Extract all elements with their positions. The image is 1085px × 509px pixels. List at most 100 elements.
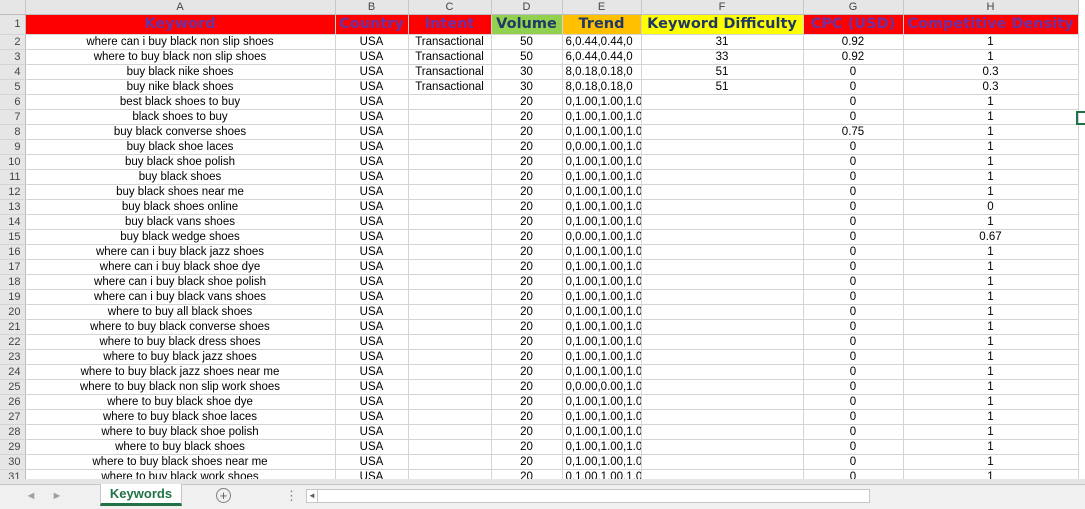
trend-cell[interactable]: 8,0.18,0.18,0	[562, 64, 642, 80]
intent-cell[interactable]	[408, 274, 492, 290]
difficulty-cell[interactable]	[641, 319, 804, 335]
country-cell[interactable]: USA	[335, 439, 409, 455]
country-cell[interactable]: USA	[335, 124, 409, 140]
cpc-cell[interactable]: 0	[803, 304, 904, 320]
intent-cell[interactable]	[408, 289, 492, 305]
difficulty-cell[interactable]	[641, 454, 804, 470]
country-cell[interactable]: USA	[335, 199, 409, 215]
cpc-cell[interactable]: 0	[803, 394, 904, 410]
trend-cell[interactable]: 0,0.00,1.00,1.00,1.00,1.00,1.00,1.00	[562, 139, 642, 155]
difficulty-cell[interactable]	[641, 154, 804, 170]
column-header-d[interactable]: D	[491, 0, 563, 15]
difficulty-cell[interactable]: 33	[641, 49, 804, 65]
country-cell[interactable]: USA	[335, 184, 409, 200]
country-cell[interactable]: USA	[335, 319, 409, 335]
intent-cell[interactable]	[408, 124, 492, 140]
difficulty-cell[interactable]	[641, 169, 804, 185]
difficulty-cell[interactable]	[641, 364, 804, 380]
country-cell[interactable]: USA	[335, 274, 409, 290]
volume-cell[interactable]: 30	[491, 79, 563, 95]
row-number[interactable]: 25	[0, 379, 26, 395]
cell-table[interactable]: ABCDEFGH 1 Keyword Country Intent Volume Tren…	[0, 0, 1079, 484]
difficulty-cell[interactable]	[641, 139, 804, 155]
density-cell[interactable]: 1	[903, 304, 1079, 320]
volume-cell[interactable]: 20	[491, 124, 563, 140]
column-header-h[interactable]: H	[903, 0, 1079, 15]
density-cell[interactable]: 0.67	[903, 229, 1079, 245]
country-cell[interactable]: USA	[335, 289, 409, 305]
country-cell[interactable]: USA	[335, 64, 409, 80]
keyword-cell[interactable]: where to buy black shoe laces	[25, 409, 336, 425]
keyword-cell[interactable]: where to buy black shoe polish	[25, 424, 336, 440]
keyword-cell[interactable]: buy black shoes near me	[25, 184, 336, 200]
difficulty-cell[interactable]	[641, 199, 804, 215]
header-cell-keyword-difficulty[interactable]: Keyword Difficulty	[641, 14, 804, 35]
volume-cell[interactable]: 20	[491, 424, 563, 440]
density-cell[interactable]: 1	[903, 34, 1079, 50]
cpc-cell[interactable]: 0	[803, 349, 904, 365]
difficulty-cell[interactable]	[641, 214, 804, 230]
row-number[interactable]: 6	[0, 94, 26, 110]
cpc-cell[interactable]: 0	[803, 154, 904, 170]
density-cell[interactable]: 1	[903, 49, 1079, 65]
intent-cell[interactable]	[408, 409, 492, 425]
country-cell[interactable]: USA	[335, 379, 409, 395]
country-cell[interactable]: USA	[335, 49, 409, 65]
trend-cell[interactable]: 0,1.00,1.00,1.00,1.00,1.00,1.00,1.00	[562, 439, 642, 455]
country-cell[interactable]: USA	[335, 304, 409, 320]
country-cell[interactable]: USA	[335, 454, 409, 470]
volume-cell[interactable]: 20	[491, 199, 563, 215]
density-cell[interactable]: 1	[903, 244, 1079, 260]
difficulty-cell[interactable]	[641, 439, 804, 455]
volume-cell[interactable]: 20	[491, 454, 563, 470]
row-number[interactable]: 2	[0, 34, 26, 50]
difficulty-cell[interactable]	[641, 109, 804, 125]
keyword-cell[interactable]: buy black shoes	[25, 169, 336, 185]
keyword-cell[interactable]: where to buy black non slip shoes	[25, 49, 336, 65]
trend-cell[interactable]: 0,1.00,1.00,1.00,1.00,1.00,1.00,1.00	[562, 424, 642, 440]
trend-cell[interactable]: 0,1.00,1.00,1.00,1.00,1.00,1.00,1.00	[562, 334, 642, 350]
keyword-cell[interactable]: where can i buy black jazz shoes	[25, 244, 336, 260]
cpc-cell[interactable]: 0	[803, 274, 904, 290]
row-number[interactable]: 19	[0, 289, 26, 305]
keyword-cell[interactable]: buy black vans shoes	[25, 214, 336, 230]
row-number[interactable]: 28	[0, 424, 26, 440]
volume-cell[interactable]: 20	[491, 334, 563, 350]
density-cell[interactable]: 1	[903, 94, 1079, 110]
column-header-a[interactable]: A	[25, 0, 336, 15]
density-cell[interactable]: 1	[903, 409, 1079, 425]
intent-cell[interactable]	[408, 364, 492, 380]
cpc-cell[interactable]: 0	[803, 229, 904, 245]
keyword-cell[interactable]: where can i buy black shoe polish	[25, 274, 336, 290]
add-sheet-icon[interactable]: +	[216, 488, 231, 503]
header-cell-keyword[interactable]: Keyword	[25, 14, 336, 35]
cpc-cell[interactable]: 0	[803, 289, 904, 305]
row-number[interactable]: 12	[0, 184, 26, 200]
row-number[interactable]: 1	[0, 14, 26, 35]
row-number[interactable]: 20	[0, 304, 26, 320]
intent-cell[interactable]	[408, 214, 492, 230]
intent-cell[interactable]	[408, 139, 492, 155]
volume-cell[interactable]: 50	[491, 49, 563, 65]
keyword-cell[interactable]: best black shoes to buy	[25, 94, 336, 110]
density-cell[interactable]: 0.3	[903, 64, 1079, 80]
select-all-corner[interactable]	[0, 0, 26, 15]
trend-cell[interactable]: 8,0.18,0.18,0	[562, 79, 642, 95]
country-cell[interactable]: USA	[335, 229, 409, 245]
country-cell[interactable]: USA	[335, 169, 409, 185]
country-cell[interactable]: USA	[335, 94, 409, 110]
density-cell[interactable]: 1	[903, 184, 1079, 200]
cpc-cell[interactable]: 0	[803, 439, 904, 455]
difficulty-cell[interactable]	[641, 229, 804, 245]
row-number[interactable]: 9	[0, 139, 26, 155]
trend-cell[interactable]: 6,0.44,0.44,0	[562, 34, 642, 50]
row-number[interactable]: 22	[0, 334, 26, 350]
cpc-cell[interactable]: 0	[803, 454, 904, 470]
intent-cell[interactable]: Transactional	[408, 79, 492, 95]
difficulty-cell[interactable]: 51	[641, 79, 804, 95]
trend-cell[interactable]: 0,1.00,1.00,1.00,1.00,1.00,1.00,1.00	[562, 109, 642, 125]
difficulty-cell[interactable]	[641, 124, 804, 140]
keyword-cell[interactable]: where to buy black shoes	[25, 439, 336, 455]
intent-cell[interactable]	[408, 94, 492, 110]
trend-cell[interactable]: 0,1.00,1.00,1.00,1.00,1.00,1.00,1.00	[562, 124, 642, 140]
